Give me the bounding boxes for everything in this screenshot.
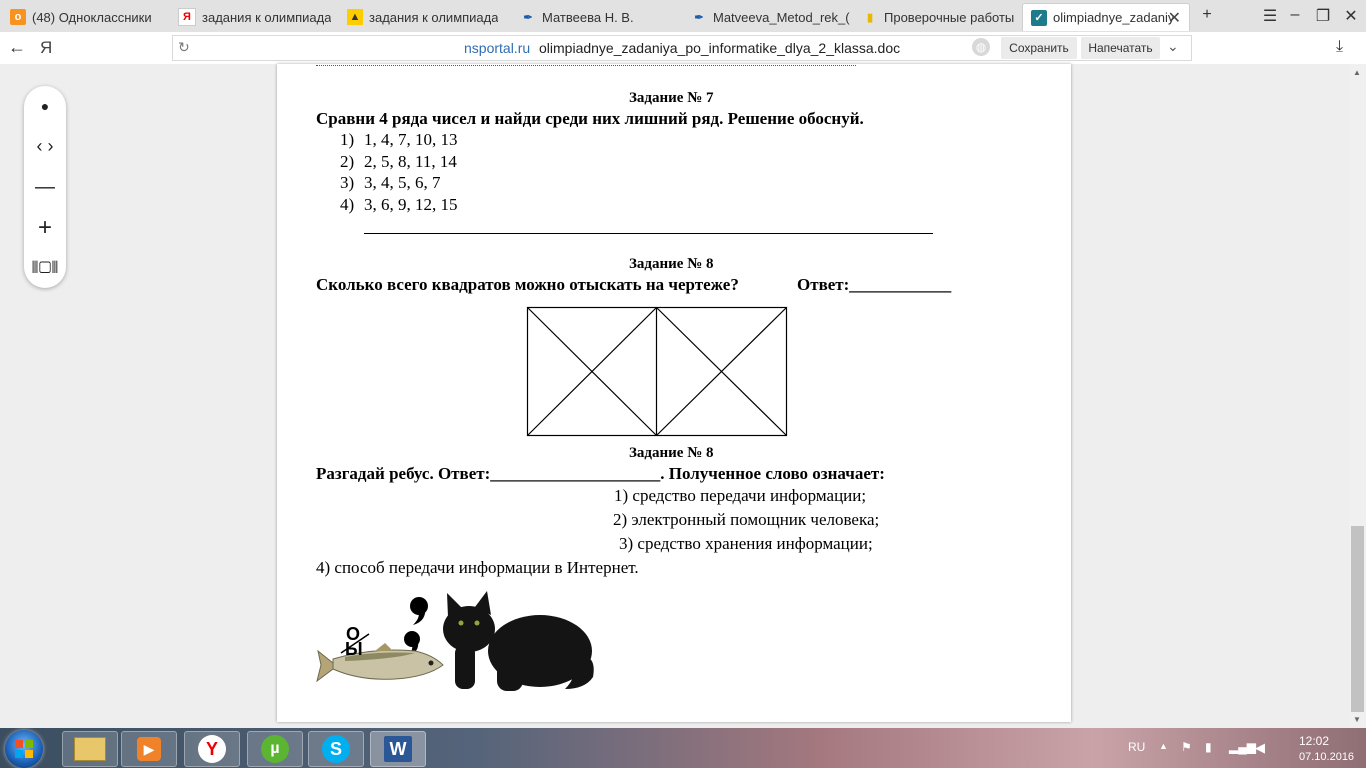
comma-marks (404, 597, 428, 656)
restore-icon[interactable]: ❐ (1312, 6, 1334, 26)
image-tab-icon: ▲ (347, 9, 363, 25)
tab-title: задания к олимпиада (202, 9, 332, 25)
word-icon: W (384, 736, 412, 762)
taskbar-word[interactable]: W (370, 731, 426, 767)
task7-item-2: 2, 5, 8, 11, 14 (364, 152, 457, 171)
reload-icon[interactable]: ↻ (178, 39, 190, 56)
pen-nib-icon: ✒ (523, 11, 533, 24)
url-path: olimpiadnye_zadaniya_po_informatike_dlya… (539, 40, 901, 56)
check-doc-icon: ✓ (1031, 9, 1047, 26)
media-player-icon: ▶ (137, 737, 161, 761)
yandex-browser-icon: Y (198, 735, 226, 763)
tab-matveeva-metod[interactable]: ✒ Matveeva_Metod_rek_( (683, 3, 851, 31)
taskbar-yandex-browser[interactable]: Y (184, 731, 240, 767)
cut-off-text-line (316, 64, 856, 68)
back-arrow-icon[interactable]: ← (8, 37, 26, 58)
task7-item-4: 3, 6, 9, 12, 15 (364, 195, 458, 214)
squares-diagram (526, 306, 788, 437)
task8b-question: Разгадай ребус. Ответ:__________________… (316, 464, 885, 483)
task8b-option-2: 2) электронный помощник человека; (613, 510, 880, 529)
task8-question: Сколько всего квадратов можно отыскать н… (316, 275, 739, 294)
cat-image (443, 591, 594, 691)
taskbar-utorrent[interactable]: µ (247, 731, 303, 767)
tab-matveeva[interactable]: ✒ Матвеева Н. В. (512, 3, 680, 31)
close-tab-icon[interactable]: ✕ (1168, 8, 1181, 28)
menu-icon[interactable]: ☰ (1259, 6, 1281, 26)
new-tab-icon[interactable]: + (1196, 6, 1218, 24)
task8b-option-1: 1) средство передачи информации; (614, 486, 867, 505)
tab-odnoklassniki[interactable]: о (48) Одноклассники (2, 3, 167, 31)
task7-item-3: 3, 4, 5, 6, 7 (364, 173, 441, 192)
task7-item-3-num: 3) (340, 173, 355, 192)
tab-image-search[interactable]: ▲ задания к олимпиада (339, 3, 509, 31)
scroll-down-icon[interactable]: ▼ (1353, 715, 1361, 724)
windows-logo-icon (15, 740, 23, 748)
task8-answer-blank: Ответ:____________ (797, 275, 952, 294)
tab-title: Matveeva_Metod_rek_( (713, 9, 850, 25)
minimize-icon[interactable]: – (1284, 6, 1306, 24)
tab-title: Матвеева Н. В. (542, 9, 634, 25)
page-nav-icon[interactable]: ‹ › (24, 128, 66, 164)
network-signal-icon[interactable]: ▂▄▆ (1229, 740, 1256, 754)
windows-logo-tile (25, 750, 33, 758)
rebus-picture: О Ы (316, 591, 594, 691)
tab-title: (48) Одноклассники (32, 9, 152, 25)
start-button[interactable] (5, 730, 43, 768)
tab-proverochnye[interactable]: ▮ Проверочные работы (854, 3, 1020, 31)
volume-icon[interactable]: ◀ (1255, 740, 1265, 756)
action-center-icon[interactable]: ⚑ (1181, 740, 1192, 754)
tab-title: olimpiadnye_zadaniy (1053, 10, 1173, 25)
fit-page-icon[interactable]: ⦀▢⦀ (24, 251, 66, 287)
url-host: nsportal.ru (464, 40, 531, 56)
clock-date[interactable]: 07.10.2016 (1299, 751, 1354, 763)
tab-yandex-search[interactable]: Я задания к олимпиада (170, 3, 336, 31)
chevron-down-icon[interactable]: ⌄ (1167, 38, 1179, 55)
power-icon[interactable]: ▮ (1205, 740, 1212, 754)
odnoklassniki-icon: о (10, 9, 26, 25)
scroll-up-icon[interactable]: ▲ (1353, 68, 1361, 77)
clock-time[interactable]: 12:02 (1299, 734, 1329, 748)
task8-heading: Задание № 8 (629, 256, 714, 272)
windows-logo-tile (25, 740, 33, 748)
task7-item-4-num: 4) (340, 195, 355, 214)
task7-item-1-num: 1) (340, 130, 355, 149)
language-indicator[interactable]: RU (1128, 740, 1145, 754)
pen-nib-icon: ✒ (694, 11, 704, 24)
note-icon: ▮ (866, 11, 874, 24)
task8b-heading: Задание № 8 (629, 445, 714, 461)
task7-item-2-num: 2) (340, 152, 355, 171)
skype-icon: S (322, 735, 350, 763)
save-button[interactable]: Сохранить (1001, 37, 1077, 59)
task8b-option-4: 4) способ передачи информации в Интернет… (316, 558, 639, 577)
scrollbar-thumb[interactable] (1351, 526, 1364, 712)
task8b-option-3: 3) средство хранения информации; (619, 534, 873, 553)
yandex-icon: Я (178, 8, 196, 26)
task7-heading: Задание № 7 (629, 90, 714, 106)
zoom-toolbar: ● ‹ › — + ⦀▢⦀ (24, 86, 66, 288)
taskbar-media-player[interactable]: ▶ (121, 731, 177, 767)
dot-icon[interactable]: ● (24, 88, 66, 124)
answer-rule (364, 233, 933, 234)
tray-expand-icon[interactable]: ▲ (1159, 741, 1168, 751)
zoom-in-icon[interactable]: + (24, 210, 66, 246)
taskbar-explorer[interactable] (62, 731, 118, 767)
tab-title: задания к олимпиада (369, 9, 499, 25)
tab-title: Проверочные работы (884, 9, 1015, 25)
zoom-out-icon[interactable]: — (24, 169, 66, 205)
globe-icon[interactable]: ◍ (972, 38, 990, 56)
print-button[interactable]: Напечатать (1081, 37, 1160, 59)
yandex-logo[interactable]: Я (40, 38, 52, 58)
task7-question: Сравни 4 ряда чисел и найди среди них ли… (316, 109, 864, 128)
utorrent-icon: µ (261, 735, 289, 763)
taskbar-skype[interactable]: S (308, 731, 364, 767)
close-window-icon[interactable]: ✕ (1340, 6, 1362, 26)
download-icon[interactable]: ⤓ (1336, 38, 1343, 56)
task7-item-1: 1, 4, 7, 10, 13 (364, 130, 458, 149)
folder-icon (74, 737, 106, 761)
windows-logo-tile (15, 750, 23, 758)
fish-image (316, 643, 444, 683)
tab-olimpiadnye-active[interactable]: ✓ olimpiadnye_zadaniy ✕ (1022, 3, 1190, 31)
